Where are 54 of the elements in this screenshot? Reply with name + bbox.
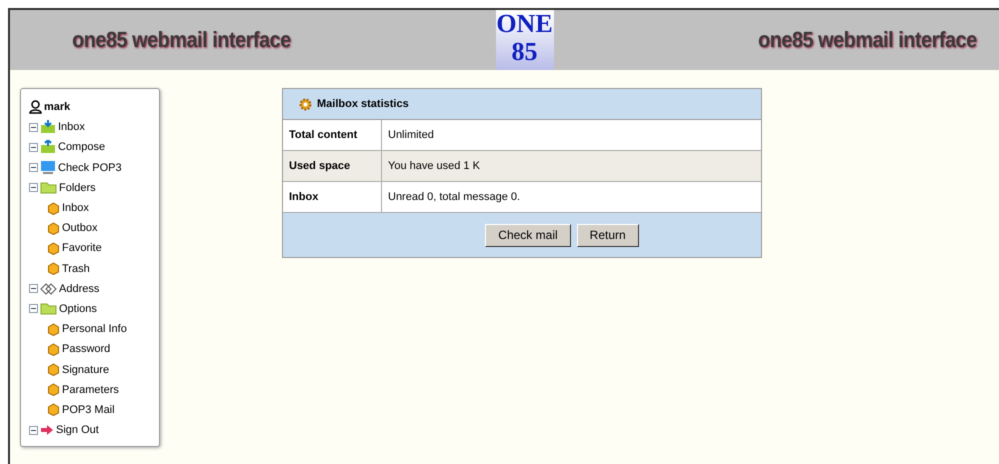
- nav-item[interactable]: Favorite: [62, 242, 102, 254]
- nav-item[interactable]: Inbox: [62, 202, 89, 214]
- nav-item[interactable]: Password: [62, 343, 110, 356]
- cube-icon: [47, 222, 60, 235]
- collapse-icon[interactable]: [29, 304, 38, 314]
- table-cell: Inbox: [283, 182, 382, 212]
- panel-title: Mailbox statistics: [317, 98, 409, 110]
- arrow-icon: [40, 424, 54, 436]
- cube-icon: [47, 363, 60, 376]
- cube-icon: [47, 403, 60, 416]
- collapse-icon[interactable]: [29, 183, 38, 192]
- table-cell: Total content: [283, 120, 382, 150]
- cube-icon: [47, 262, 60, 276]
- collapse-icon[interactable]: [29, 122, 38, 132]
- nav-item[interactable]: Options: [59, 302, 97, 315]
- action-button[interactable]: Return: [576, 224, 639, 246]
- user-name: mark: [44, 101, 70, 114]
- table-cell-text: Unlimited: [387, 128, 435, 143]
- nav-item[interactable]: Signature: [62, 364, 110, 376]
- cube-icon: [47, 322, 60, 336]
- cube-icon: [47, 383, 60, 396]
- action-button[interactable]: Check mail: [485, 224, 571, 246]
- folder-icon: [40, 302, 57, 316]
- folder-icon: [40, 181, 57, 194]
- mail-tray-icon: [40, 120, 56, 134]
- user-icon: [29, 100, 42, 114]
- nav-item[interactable]: Check POP3: [58, 162, 122, 174]
- cube-icon: [47, 202, 60, 215]
- logo: ONE 85: [496, 10, 554, 70]
- table-cell-text: Unread 0, total message 0.: [387, 190, 522, 205]
- nav-item[interactable]: POP3 Mail: [62, 404, 115, 416]
- address-icon: [40, 282, 57, 295]
- table-cell-text: You have used 1 K: [387, 159, 481, 174]
- nav-item[interactable]: Trash: [62, 262, 90, 275]
- nav-item[interactable]: Personal Info: [62, 323, 127, 336]
- collapse-icon[interactable]: [29, 163, 38, 172]
- mail-tray-icon: [40, 140, 56, 154]
- nav-item[interactable]: Parameters: [62, 384, 119, 396]
- gear-icon: [299, 98, 312, 110]
- nav-item[interactable]: Address: [59, 282, 100, 295]
- nav-item[interactable]: Folders: [59, 182, 96, 194]
- cube-icon: [47, 242, 60, 255]
- collapse-icon[interactable]: [29, 284, 38, 294]
- nav-item[interactable]: Compose: [58, 141, 106, 154]
- nav-item[interactable]: Outbox: [62, 222, 98, 234]
- table-cell: Used space: [283, 151, 382, 181]
- cube-icon: [47, 342, 60, 356]
- nav-item[interactable]: Inbox: [58, 121, 85, 134]
- monitor-icon: [40, 160, 56, 176]
- collapse-icon[interactable]: [29, 426, 38, 435]
- collapse-icon[interactable]: [29, 142, 38, 152]
- site-title: one85 webmail interface: [758, 27, 977, 53]
- nav-item[interactable]: Sign Out: [56, 424, 99, 436]
- site-title: one85 webmail interface: [72, 27, 291, 53]
